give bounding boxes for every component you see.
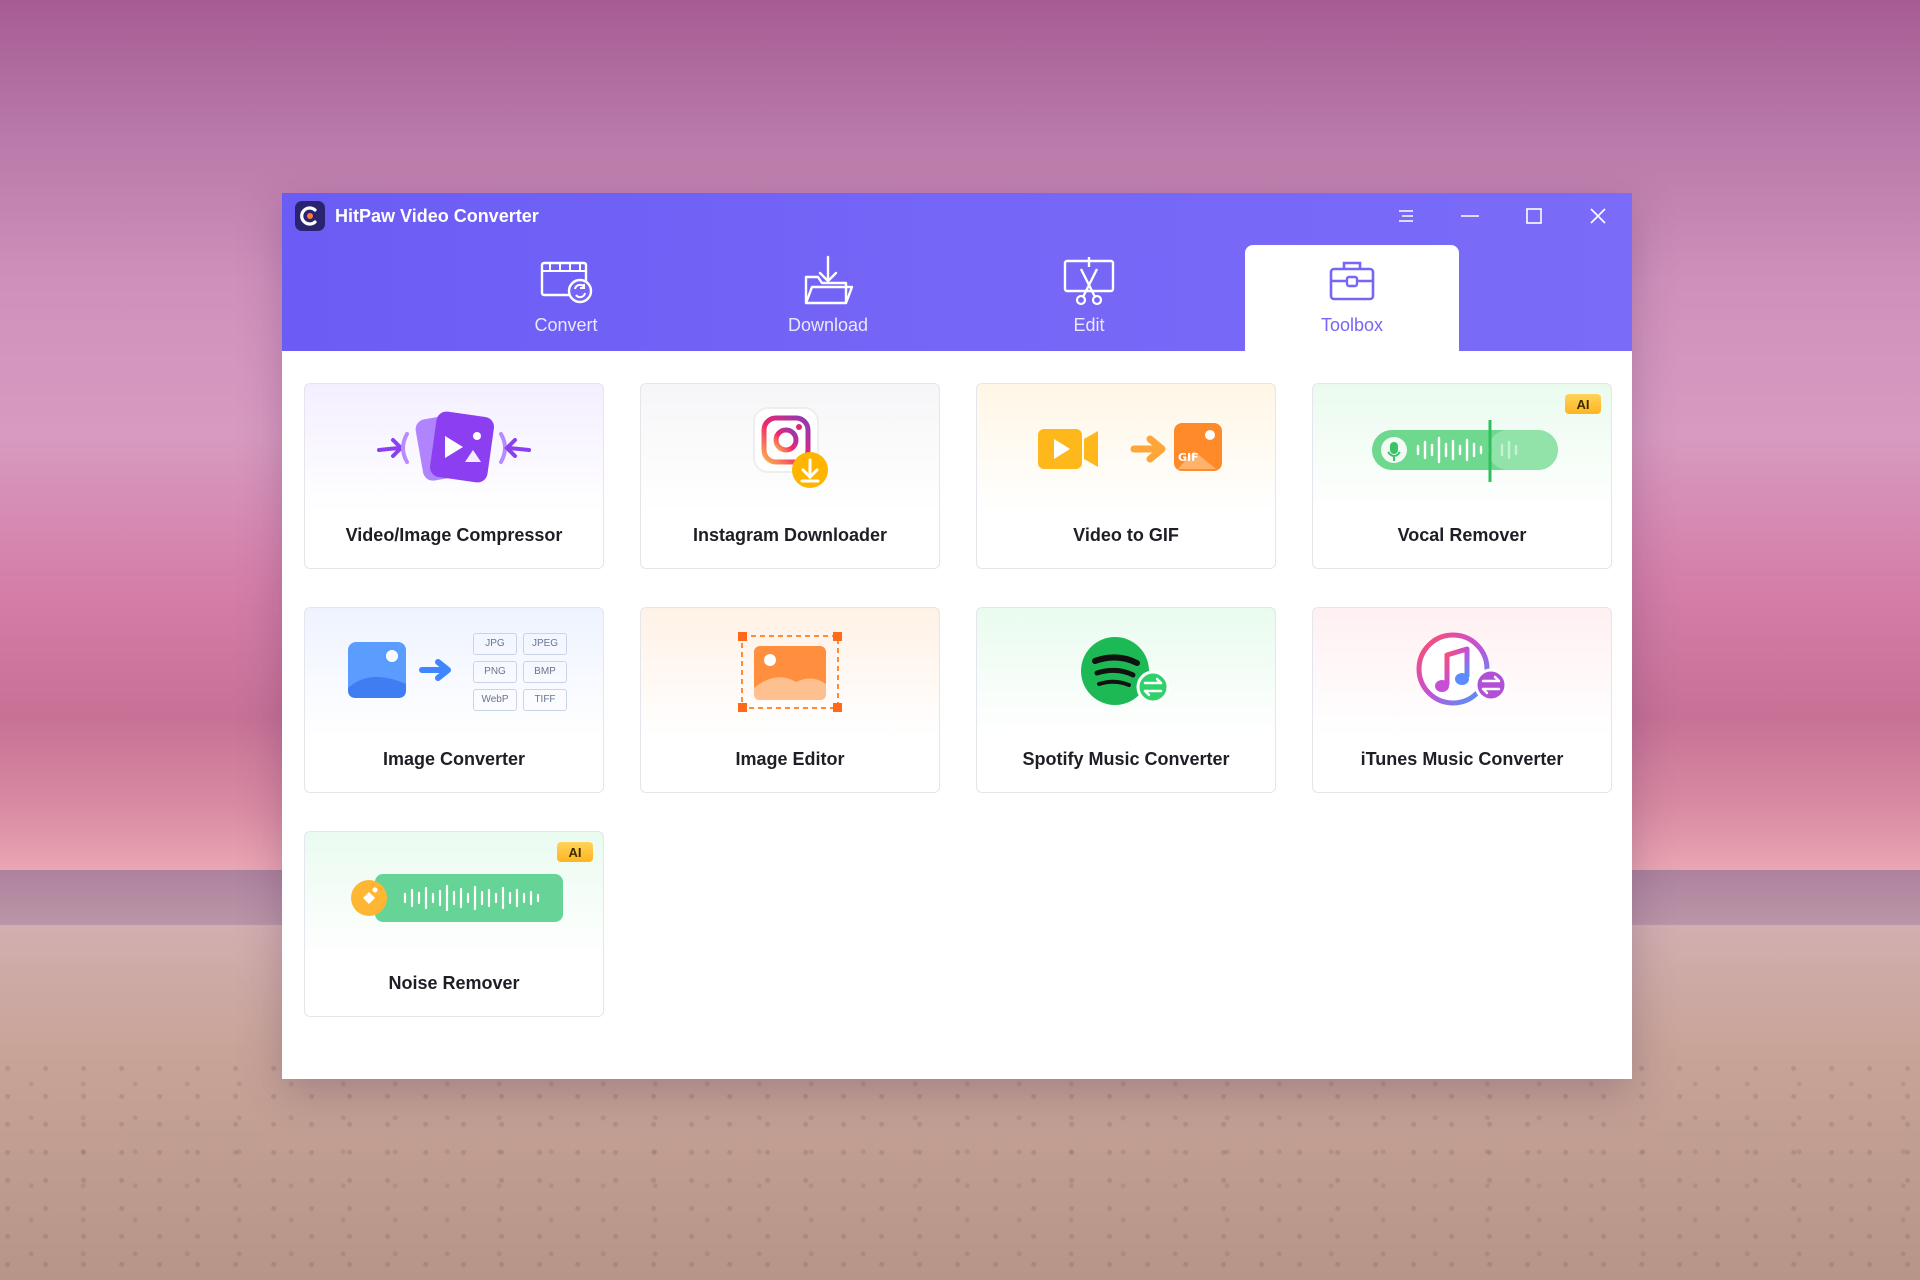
tool-card-image-editor[interactable]: Image Editor bbox=[640, 607, 940, 793]
tab-convert-label: Convert bbox=[534, 315, 598, 335]
app-window: HitPaw Video Converter Convert Download … bbox=[282, 193, 1632, 1079]
tool-card-video-to-gif[interactable]: GIF Video to GIF bbox=[976, 383, 1276, 569]
tool-card-spotify-converter[interactable]: Spotify Music Converter bbox=[976, 607, 1276, 793]
download-icon bbox=[798, 255, 858, 307]
tool-card-label: Image Converter bbox=[382, 749, 526, 769]
itunes-icon bbox=[1313, 608, 1611, 736]
tool-card-label: Image Editor bbox=[735, 749, 845, 769]
format-tag: BMP bbox=[523, 661, 567, 683]
tab-toolbox[interactable]: Toolbox bbox=[1245, 245, 1459, 351]
image-editor-icon bbox=[641, 608, 939, 736]
video-to-gif-icon: GIF bbox=[977, 384, 1275, 512]
image-converter-icon: JPG JPEG PNG BMP WebP TIFF bbox=[305, 608, 603, 736]
app-logo-icon bbox=[295, 201, 325, 231]
tab-edit[interactable]: Edit bbox=[982, 245, 1196, 351]
tab-download-label: Download bbox=[787, 315, 869, 335]
tool-card-label: Video to GIF bbox=[1073, 525, 1179, 545]
edit-icon bbox=[1059, 255, 1119, 307]
tool-card-label: Noise Remover bbox=[388, 973, 520, 993]
maximize-icon bbox=[1526, 208, 1542, 224]
wallpaper-texture bbox=[0, 1060, 1920, 1280]
minimize-button[interactable] bbox=[1450, 199, 1490, 233]
tool-card-noise-remover[interactable]: AI Noise Remover bbox=[304, 831, 604, 1017]
noise-remover-icon bbox=[305, 832, 603, 960]
minimize-icon bbox=[1461, 215, 1479, 217]
format-tag: JPG bbox=[473, 633, 517, 655]
tool-card-compressor[interactable]: Video/Image Compressor bbox=[304, 383, 604, 569]
tab-toolbox-label: Toolbox bbox=[1320, 315, 1384, 335]
vocal-remover-icon bbox=[1313, 384, 1611, 512]
tab-download[interactable]: Download bbox=[721, 245, 935, 351]
svg-text:GIF: GIF bbox=[1178, 451, 1199, 464]
tool-card-itunes-converter[interactable]: iTunes Music Converter bbox=[1312, 607, 1612, 793]
maximize-button[interactable] bbox=[1514, 199, 1554, 233]
tool-card-label: Spotify Music Converter bbox=[1022, 749, 1230, 769]
menu-button[interactable] bbox=[1386, 199, 1426, 233]
format-list: JPG JPEG PNG BMP WebP TIFF bbox=[473, 633, 567, 711]
spotify-icon bbox=[977, 608, 1275, 736]
menu-icon bbox=[1399, 210, 1413, 222]
format-tag: JPEG bbox=[523, 633, 567, 655]
tool-card-label: iTunes Music Converter bbox=[1360, 749, 1564, 769]
tool-card-label: Instagram Downloader bbox=[692, 525, 888, 545]
format-tag: TIFF bbox=[523, 689, 567, 711]
instagram-icon bbox=[641, 384, 939, 512]
toolbox-icon bbox=[1322, 255, 1382, 307]
tool-card-label: Video/Image Compressor bbox=[345, 525, 563, 545]
tool-card-vocal-remover[interactable]: AI Vocal Remover bbox=[1312, 383, 1612, 569]
close-icon bbox=[1590, 208, 1606, 224]
tab-convert[interactable]: Convert bbox=[459, 245, 673, 351]
app-header: HitPaw Video Converter Convert Download … bbox=[282, 193, 1632, 351]
title-bar[interactable]: HitPaw Video Converter bbox=[282, 193, 1632, 239]
convert-icon bbox=[536, 255, 596, 307]
compressor-icon bbox=[305, 384, 603, 512]
tool-card-label: Vocal Remover bbox=[1397, 525, 1527, 545]
tool-card-image-converter[interactable]: JPG JPEG PNG BMP WebP TIFF Image Convert… bbox=[304, 607, 604, 793]
app-title: HitPaw Video Converter bbox=[335, 206, 539, 226]
format-tag: WebP bbox=[473, 689, 517, 711]
close-button[interactable] bbox=[1578, 199, 1618, 233]
tab-edit-label: Edit bbox=[1073, 315, 1105, 335]
format-tag: PNG bbox=[473, 661, 517, 683]
main-tabs: Convert Download Edit Toolbox bbox=[282, 245, 1632, 351]
tool-card-instagram-downloader[interactable]: Instagram Downloader bbox=[640, 383, 940, 569]
